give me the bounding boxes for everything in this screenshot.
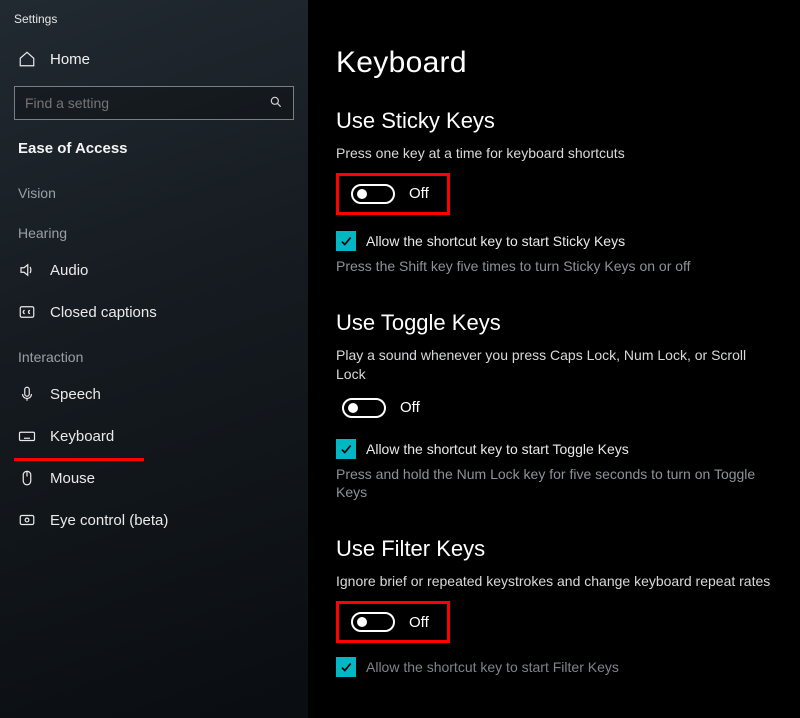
sidebar-item-label: Speech [50, 386, 101, 403]
toggle-state-label: Off [409, 614, 429, 631]
sidebar-item-keyboard[interactable]: Keyboard [0, 415, 308, 457]
checkbox-label: Allow the shortcut key to start Filter K… [366, 659, 619, 675]
section-sticky-heading: Use Sticky Keys [336, 108, 772, 134]
sticky-desc: Press one key at a time for keyboard sho… [336, 144, 772, 163]
filter-desc: Ignore brief or repeated keystrokes and … [336, 572, 772, 591]
sidebar-item-closed-captions[interactable]: Closed captions [0, 291, 308, 333]
checkbox-checked-icon [336, 439, 356, 459]
sticky-toggle[interactable]: Off [345, 180, 435, 208]
section-filter-heading: Use Filter Keys [336, 536, 772, 562]
speaker-icon [18, 261, 36, 279]
toggle-desc: Play a sound whenever you press Caps Loc… [336, 346, 772, 384]
sidebar-item-mouse[interactable]: Mouse [0, 457, 308, 499]
search-icon [269, 95, 283, 112]
sidebar-item-label: Closed captions [50, 304, 157, 321]
search-input[interactable] [25, 95, 269, 111]
sidebar-item-label: Eye control (beta) [50, 512, 168, 529]
sticky-shortcut-checkbox-row[interactable]: Allow the shortcut key to start Sticky K… [336, 231, 772, 251]
toggle-state-label: Off [400, 399, 420, 416]
togglekeys-shortcut-checkbox-row[interactable]: Allow the shortcut key to start Toggle K… [336, 439, 772, 459]
search-input-wrap[interactable] [14, 86, 294, 120]
page-title: Keyboard [336, 46, 772, 80]
highlight-box-sticky: Off [336, 173, 450, 215]
nav-home-label: Home [50, 51, 90, 68]
sidebar-item-label: Audio [50, 262, 88, 279]
toggle-switch-icon [351, 612, 395, 632]
microphone-icon [18, 385, 36, 403]
highlight-box-filter: Off [336, 601, 450, 643]
main-content: Keyboard Use Sticky Keys Press one key a… [308, 0, 800, 718]
checkbox-checked-icon [336, 231, 356, 251]
nav-home[interactable]: Home [0, 40, 308, 78]
sidebar: Settings Home Ease of Access Vision Hear… [0, 0, 308, 718]
togglekeys-shortcut-hint: Press and hold the Num Lock key for five… [336, 465, 772, 503]
sidebar-item-label: Keyboard [50, 428, 114, 445]
filter-toggle[interactable]: Off [345, 608, 435, 636]
toggle-switch-icon [342, 398, 386, 418]
togglekeys-toggle[interactable]: Off [336, 394, 426, 422]
eye-control-icon [18, 511, 36, 529]
sidebar-item-audio[interactable]: Audio [0, 249, 308, 291]
sidebar-item-label: Mouse [50, 470, 95, 487]
sidebar-item-speech[interactable]: Speech [0, 373, 308, 415]
group-vision: Vision [0, 169, 308, 209]
checkbox-label: Allow the shortcut key to start Sticky K… [366, 233, 625, 249]
filter-shortcut-cutoff: Allow the shortcut key to start Filter K… [336, 657, 772, 677]
group-hearing: Hearing [0, 209, 308, 249]
section-toggle-heading: Use Toggle Keys [336, 310, 772, 336]
toggle-switch-icon [351, 184, 395, 204]
checkbox-label: Allow the shortcut key to start Toggle K… [366, 441, 629, 457]
group-interaction: Interaction [0, 333, 308, 373]
toggle-state-label: Off [409, 185, 429, 202]
sidebar-section-title: Ease of Access [0, 130, 308, 169]
checkbox-checked-icon [336, 657, 356, 677]
sidebar-item-eye-control[interactable]: Eye control (beta) [0, 499, 308, 541]
sticky-shortcut-hint: Press the Shift key five times to turn S… [336, 257, 772, 276]
cc-icon [18, 303, 36, 321]
keyboard-icon [18, 427, 36, 445]
window-title: Settings [0, 8, 308, 40]
mouse-icon [18, 469, 36, 487]
home-icon [18, 50, 36, 68]
settings-window: Settings Home Ease of Access Vision Hear… [0, 0, 800, 718]
